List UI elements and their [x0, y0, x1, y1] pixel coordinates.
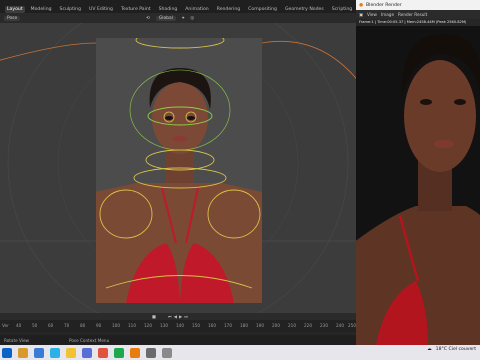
- system-tray: ☁ 18°C Ciel couvert: [427, 347, 476, 352]
- render-info-line: Frame:1 | Time:00:05.37 | Mem:2458.44M (…: [356, 19, 480, 26]
- orange-curve: [261, 40, 356, 79]
- render-titlebar: ● Blender Render: [356, 0, 480, 10]
- timeline-ruler[interactable]: Ver 40 50 60 70 80 90 100 110 120 130 14…: [0, 320, 356, 332]
- proportional-icon[interactable]: ◎: [190, 16, 194, 21]
- image-menu[interactable]: Image: [381, 12, 394, 17]
- tab-sculpting[interactable]: Sculpting: [58, 6, 83, 13]
- blender-icon[interactable]: [130, 347, 140, 358]
- timeline-tick: 40: [16, 323, 22, 328]
- render-result-dropdown[interactable]: Render Result: [398, 12, 427, 17]
- timeline-tick: 80: [80, 323, 86, 328]
- timeline-tick: 50: [32, 323, 38, 328]
- timeline-tick: 250: [348, 323, 356, 328]
- app-icon[interactable]: [114, 347, 124, 358]
- head-control[interactable]: [135, 38, 225, 49]
- weather-icon[interactable]: ☁: [427, 347, 432, 352]
- tab-uv-editing[interactable]: UV Editing: [87, 6, 115, 13]
- app-thumbnail-icon[interactable]: [18, 347, 28, 358]
- tab-shading[interactable]: Shading: [157, 6, 180, 13]
- 3d-viewport[interactable]: [0, 23, 356, 318]
- rendered-lips: [434, 140, 454, 148]
- image-editor-icon[interactable]: ▣: [359, 12, 363, 17]
- render-window: ● Blender Render ▣ View Image Render Res…: [356, 0, 480, 345]
- timeline-tick: 70: [64, 323, 70, 328]
- right-eye: [187, 116, 195, 120]
- jump-start-icon[interactable]: ■: [152, 314, 156, 319]
- app-icon-2[interactable]: [146, 347, 156, 358]
- rendered-head: [404, 60, 476, 172]
- character-figure: [96, 38, 262, 303]
- timeline-tick: 60: [48, 323, 54, 328]
- render-toolbar: ▣ View Image Render Result: [356, 10, 480, 19]
- timeline-tick: 100: [112, 323, 120, 328]
- snap-icon[interactable]: ⌖: [182, 15, 184, 21]
- blender-window: Layout Modeling Sculpting UV Editing Tex…: [0, 0, 356, 345]
- rendered-right-eye: [454, 99, 466, 105]
- file-explorer-icon[interactable]: [66, 347, 76, 358]
- timeline-tick: 180: [240, 323, 248, 328]
- orientation-icon: ⟲: [146, 15, 150, 21]
- mode-dropdown[interactable]: Pose: [4, 15, 21, 21]
- view-menu[interactable]: View: [367, 12, 377, 17]
- render-result-image: [356, 26, 480, 345]
- tab-compositing[interactable]: Compositing: [246, 6, 279, 13]
- timeline-tick: 220: [304, 323, 312, 328]
- rendered-left-eye: [420, 99, 432, 105]
- status-left: Rotate View: [4, 337, 29, 343]
- weather-text[interactable]: 18°C Ciel couvert: [436, 347, 476, 352]
- timeline-tick: 190: [256, 323, 264, 328]
- blender-logo-icon: ●: [359, 2, 364, 8]
- timeline-tick: 150: [192, 323, 200, 328]
- edge-icon[interactable]: [50, 347, 60, 358]
- head-shape: [152, 82, 208, 154]
- timeline-tick: 230: [320, 323, 328, 328]
- timeline-tick: 120: [144, 323, 152, 328]
- rendered-portrait: [356, 26, 480, 345]
- lips: [173, 136, 187, 142]
- app-icon-3[interactable]: [162, 347, 172, 358]
- timeline-tick: 90: [96, 323, 102, 328]
- render-window-title: Blender Render: [366, 2, 402, 8]
- tab-rendering[interactable]: Rendering: [215, 6, 242, 13]
- timeline-tick: 210: [288, 323, 296, 328]
- timeline-tick: 170: [224, 323, 232, 328]
- tab-modeling[interactable]: Modeling: [29, 6, 54, 13]
- timeline-label: Ver: [2, 323, 9, 328]
- store-icon[interactable]: [82, 347, 92, 358]
- status-middle: Pose Context Menu: [68, 337, 110, 343]
- timeline-tick: 200: [272, 323, 280, 328]
- viewport-header: Pose ⟲ Global ⌖ ◎: [0, 13, 356, 23]
- tab-texture-paint[interactable]: Texture Paint: [119, 6, 153, 13]
- body-shape: [96, 183, 262, 303]
- tab-scripting[interactable]: Scripting: [330, 6, 354, 13]
- orientation-dropdown[interactable]: Global: [155, 15, 176, 21]
- task-view-icon[interactable]: [34, 347, 44, 358]
- transport-buttons[interactable]: ⏮◀▶⏭: [168, 314, 190, 319]
- camera-frame: [96, 38, 262, 303]
- timeline-tick: 130: [160, 323, 168, 328]
- tab-layout[interactable]: Layout: [5, 6, 25, 13]
- left-eye: [165, 116, 173, 120]
- tab-geometry-nodes[interactable]: Geometry Nodes: [283, 6, 326, 13]
- chrome-icon[interactable]: [98, 347, 108, 358]
- windows-taskbar: ☁ 18°C Ciel couvert: [0, 345, 480, 360]
- timeline-tick: 140: [176, 323, 184, 328]
- timeline-tick: 160: [208, 323, 216, 328]
- timeline-tick: 240: [336, 323, 344, 328]
- status-bar: Rotate View Pose Context Menu: [0, 335, 356, 345]
- start-icon[interactable]: [2, 347, 12, 358]
- timeline-tick: 110: [128, 323, 136, 328]
- tab-animation[interactable]: Animation: [183, 6, 210, 13]
